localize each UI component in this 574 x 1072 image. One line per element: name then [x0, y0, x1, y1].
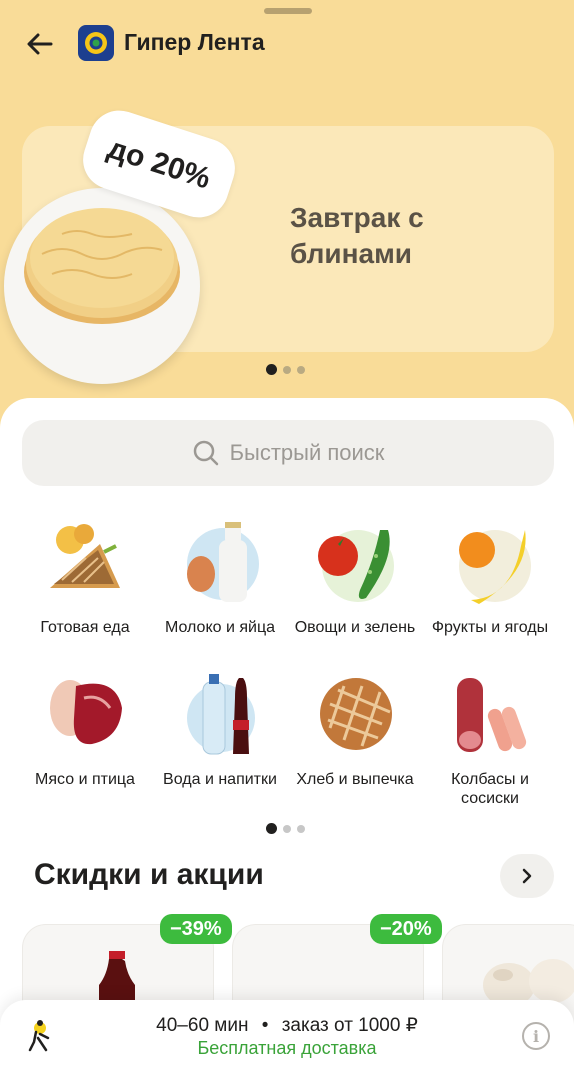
- info-icon[interactable]: i: [522, 1022, 550, 1050]
- pagination-dot[interactable]: [266, 364, 277, 375]
- discount-badge: −39%: [160, 914, 232, 944]
- fruits-icon: [459, 530, 531, 604]
- banner-pagination: [266, 364, 305, 375]
- category-pagination: [266, 823, 305, 834]
- category-label: Мясо и птица: [35, 771, 135, 788]
- search-placeholder: Быстрый поиск: [229, 440, 385, 465]
- sausage-icon: [457, 678, 527, 752]
- pagination-dot[interactable]: [283, 365, 291, 374]
- category-fruits[interactable]: Фрукты и ягоды: [425, 516, 555, 637]
- category-label: Вода и напитки: [163, 771, 277, 788]
- category-milk-eggs[interactable]: Молоко и яйца: [155, 516, 285, 637]
- category-ready-food[interactable]: Готовая еда: [20, 516, 150, 637]
- store-name: Гипер Лента: [124, 29, 265, 55]
- store-logo: [78, 25, 114, 61]
- category-label: Готовая еда: [40, 619, 130, 636]
- pagination-dot[interactable]: [266, 823, 277, 834]
- category-label: Хлеб и выпечка: [296, 771, 414, 788]
- header: Гипер Лента: [0, 22, 574, 64]
- delivery-footer[interactable]: 40–60 мин • заказ от 1000 ₽ Бесплатная д…: [0, 1000, 574, 1072]
- category-label: Молоко и яйца: [164, 619, 276, 636]
- promo-banner[interactable]: до 20% Завтрак с блинами: [4, 102, 554, 384]
- sheet-handle[interactable]: [264, 8, 312, 14]
- category-label: Овощи и зелень: [294, 619, 416, 636]
- category-bread[interactable]: Хлеб и выпечка: [290, 668, 420, 789]
- content-sheet: Быстрый поиск Готовая еда Молоко и яйца …: [0, 398, 574, 1072]
- drinks-icon: [187, 674, 255, 755]
- sandwich-icon: [50, 524, 120, 588]
- category-label: Фрукты и ягоды: [431, 619, 549, 636]
- category-meat[interactable]: Мясо и птица: [20, 668, 150, 789]
- pagination-dot[interactable]: [297, 365, 305, 374]
- separator: •: [261, 1015, 269, 1036]
- free-delivery-label: Бесплатная доставка: [197, 1038, 377, 1058]
- search-input[interactable]: Быстрый поиск: [22, 420, 554, 486]
- pancakes-image: [24, 208, 180, 324]
- category-drinks[interactable]: Вода и напитки: [155, 668, 285, 789]
- min-order: заказ от 1000 ₽: [281, 1015, 418, 1036]
- bread-icon: [320, 678, 392, 750]
- category-sausages[interactable]: Колбасы и сосиски: [425, 668, 555, 808]
- vegetables-icon: [318, 530, 394, 602]
- deals-see-all-button[interactable]: [500, 854, 554, 898]
- banner-title: Завтрак с блинами: [290, 202, 424, 269]
- back-button[interactable]: [24, 28, 56, 60]
- delivery-time: 40–60 мин: [156, 1015, 249, 1036]
- deals-section-title: Скидки и акции: [34, 858, 264, 891]
- pagination-dot[interactable]: [283, 824, 291, 833]
- discount-badge: −20%: [370, 914, 442, 944]
- chevron-right-icon: [522, 868, 532, 884]
- category-label: Колбасы и сосиски: [451, 771, 529, 807]
- meat-icon: [50, 680, 122, 745]
- milk-icon: [187, 522, 259, 602]
- pagination-dot[interactable]: [297, 824, 305, 833]
- arrow-left-icon: [27, 33, 53, 55]
- search-icon: [193, 440, 218, 466]
- delivery-info: 40–60 мин • заказ от 1000 ₽: [0, 1014, 574, 1037]
- category-vegetables[interactable]: Овощи и зелень: [290, 516, 420, 637]
